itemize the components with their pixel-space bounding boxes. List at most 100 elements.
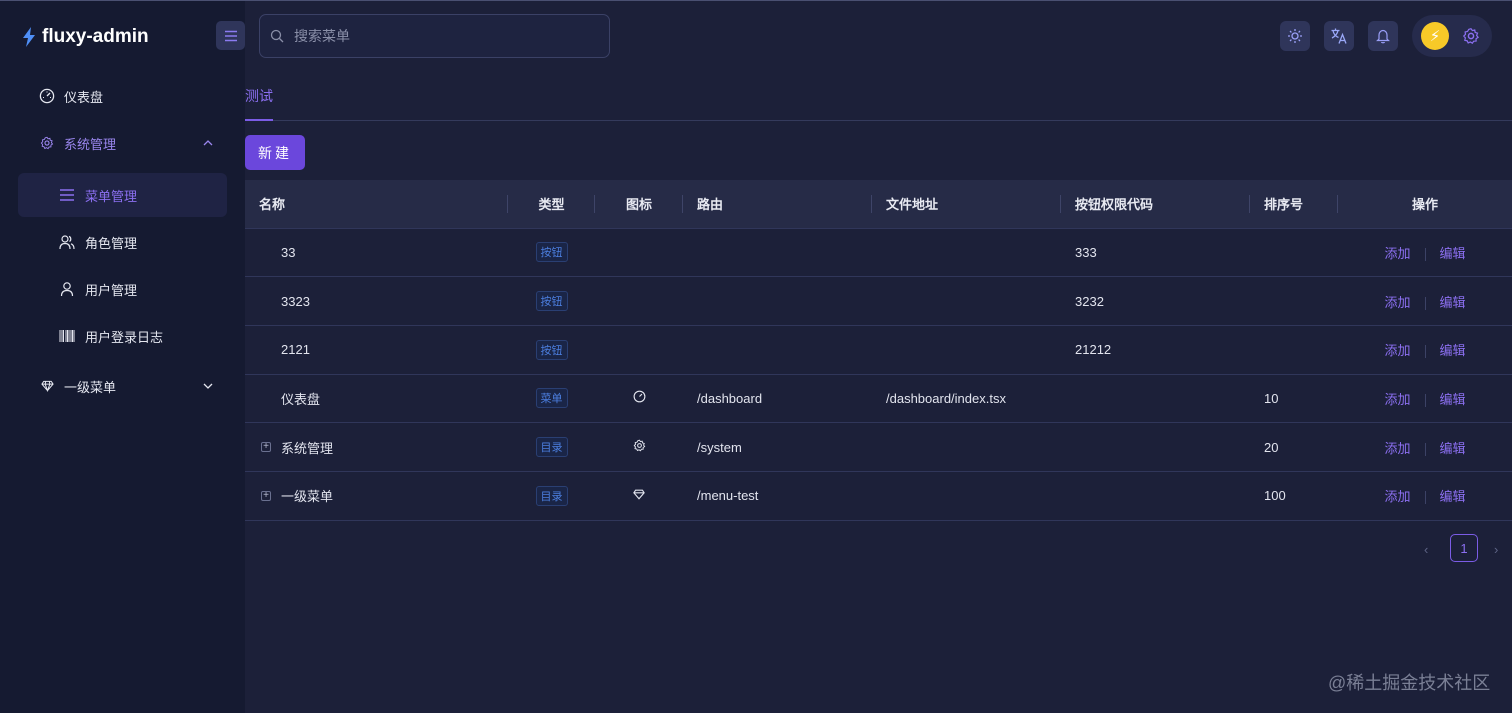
- cell-code: 3232: [1075, 293, 1104, 309]
- sidebar-item-label: 系统管理: [64, 136, 117, 152]
- type-badge: 按钮: [535, 339, 568, 360]
- tab-test[interactable]: 测试: [245, 86, 273, 121]
- cell-name: 33: [281, 244, 296, 260]
- theme-toggle-button[interactable]: [1280, 21, 1310, 51]
- avatar[interactable]: ⚡: [1421, 22, 1449, 50]
- app-title: fluxy-admin: [42, 26, 149, 47]
- cell-route: /dashboard: [697, 390, 763, 406]
- sidebar-item-system[interactable]: 系统管理: [18, 121, 227, 165]
- table-row: 33 按钮 333 添加 编辑: [245, 228, 1512, 277]
- add-link[interactable]: 添加: [1384, 246, 1410, 261]
- edit-link[interactable]: 编辑: [1440, 392, 1466, 407]
- sidebar-item-login-log[interactable]: 用户登录日志: [18, 314, 227, 358]
- cell-code: [1061, 423, 1250, 472]
- edit-link[interactable]: 编辑: [1440, 295, 1466, 310]
- cell-icon: [595, 423, 683, 472]
- cell-code: [1061, 374, 1250, 423]
- type-badge: 按钮: [535, 291, 568, 312]
- gear-icon: [1462, 27, 1479, 45]
- page-1-button[interactable]: 1: [1450, 534, 1478, 562]
- language-button[interactable]: [1324, 21, 1354, 51]
- cell-file: [872, 471, 1061, 520]
- table-row: + 系统管理 目录 /system 20 添加 编辑: [245, 423, 1512, 472]
- cell-route: [683, 325, 872, 374]
- edit-link[interactable]: 编辑: [1440, 246, 1466, 261]
- main-content: 测试 新建 名称 类型 图标 路由 文件地址 按钮权限代码 排序号 操作 33 …: [245, 70, 1512, 713]
- search-input[interactable]: [294, 28, 584, 44]
- user-icon: [58, 280, 76, 298]
- sidebar-item-label: 菜单管理: [85, 188, 138, 204]
- type-badge: 目录: [535, 437, 568, 458]
- add-link[interactable]: 添加: [1384, 489, 1410, 504]
- search-icon: [270, 29, 284, 43]
- cell-icon: [595, 374, 683, 423]
- translate-icon: [1331, 28, 1347, 44]
- sidebar-item-label: 一级菜单: [64, 379, 117, 395]
- diamond-icon: [38, 377, 56, 395]
- sidebar-item-first-level-menu[interactable]: 一级菜单: [18, 364, 227, 408]
- type-badge: 菜单: [535, 388, 568, 409]
- expand-row-button[interactable]: +: [261, 442, 271, 453]
- users-icon: [58, 233, 76, 251]
- column-header: 路由: [683, 180, 872, 228]
- next-page-button[interactable]: ›: [1494, 542, 1498, 557]
- notifications-button[interactable]: [1368, 21, 1398, 51]
- cell-code: [1061, 471, 1250, 520]
- cell-route: /menu-test: [697, 488, 759, 504]
- sidebar-item-label: 用户管理: [85, 282, 138, 298]
- add-link[interactable]: 添加: [1384, 343, 1410, 358]
- cell-icon: [595, 277, 683, 326]
- expand-row-button[interactable]: +: [261, 490, 271, 501]
- cell-name: 2121: [281, 342, 310, 358]
- menu-table: 名称 类型 图标 路由 文件地址 按钮权限代码 排序号 操作 33 按钮 333…: [245, 180, 1512, 521]
- edit-link[interactable]: 编辑: [1440, 441, 1466, 456]
- cell-name: 系统管理: [281, 440, 334, 456]
- new-button[interactable]: 新建: [245, 135, 305, 170]
- sidebar-item-dashboard[interactable]: 仪表盘: [18, 74, 227, 118]
- type-badge: 按钮: [535, 242, 568, 263]
- prev-page-button[interactable]: ‹: [1424, 542, 1428, 557]
- cell-route: /system: [697, 439, 742, 455]
- gear-icon: [633, 439, 645, 452]
- app-logo[interactable]: fluxy-admin: [22, 23, 149, 51]
- dashboard-icon: [38, 87, 56, 105]
- bolt-icon: [23, 27, 35, 47]
- dashboard-icon: [633, 390, 645, 403]
- gear-icon: [38, 134, 56, 152]
- edit-link[interactable]: 编辑: [1440, 489, 1466, 504]
- sidebar-item-user-management[interactable]: 用户管理: [18, 267, 227, 311]
- sidebar: fluxy-admin 仪表盘 系统管理 菜单管理 角色管理 用户管理 用户登录…: [0, 1, 245, 713]
- watermark: @稀土掘金技术社区: [1328, 673, 1491, 693]
- cell-file: [872, 228, 1061, 277]
- menu-icon: [58, 186, 76, 204]
- cell-route: [683, 228, 872, 277]
- cell-code: 21212: [1075, 342, 1112, 358]
- sidebar-item-role-management[interactable]: 角色管理: [18, 220, 227, 264]
- column-header: 图标: [595, 180, 683, 228]
- table-header: 名称 类型 图标 路由 文件地址 按钮权限代码 排序号 操作: [245, 180, 1512, 228]
- search-box[interactable]: [259, 14, 610, 58]
- add-link[interactable]: 添加: [1384, 295, 1410, 310]
- diamond-icon: [633, 489, 645, 500]
- bell-icon: [1376, 29, 1390, 44]
- type-badge: 目录: [535, 485, 568, 506]
- edit-link[interactable]: 编辑: [1440, 343, 1466, 358]
- cell-icon: [595, 471, 683, 520]
- cell-file: /dashboard/index.tsx: [886, 390, 1006, 406]
- chevron-up-icon: [203, 140, 213, 146]
- column-header: 排序号: [1250, 180, 1338, 228]
- table-row: 2121 按钮 21212 添加 编辑: [245, 325, 1512, 375]
- column-header: 文件地址: [872, 180, 1061, 228]
- collapse-menu-button[interactable]: [216, 21, 245, 50]
- cell-order: 20: [1264, 439, 1279, 455]
- barcode-icon: [58, 327, 76, 345]
- settings-button[interactable]: [1460, 25, 1482, 47]
- avatar-bolt-icon: ⚡: [1429, 28, 1441, 45]
- column-header: 类型: [508, 180, 595, 228]
- sun-icon: [1288, 29, 1302, 43]
- add-link[interactable]: 添加: [1384, 441, 1410, 456]
- sidebar-item-menu-management[interactable]: 菜单管理: [18, 173, 227, 217]
- sidebar-item-label: 角色管理: [85, 235, 138, 251]
- menu-icon: [224, 30, 237, 41]
- add-link[interactable]: 添加: [1384, 392, 1410, 407]
